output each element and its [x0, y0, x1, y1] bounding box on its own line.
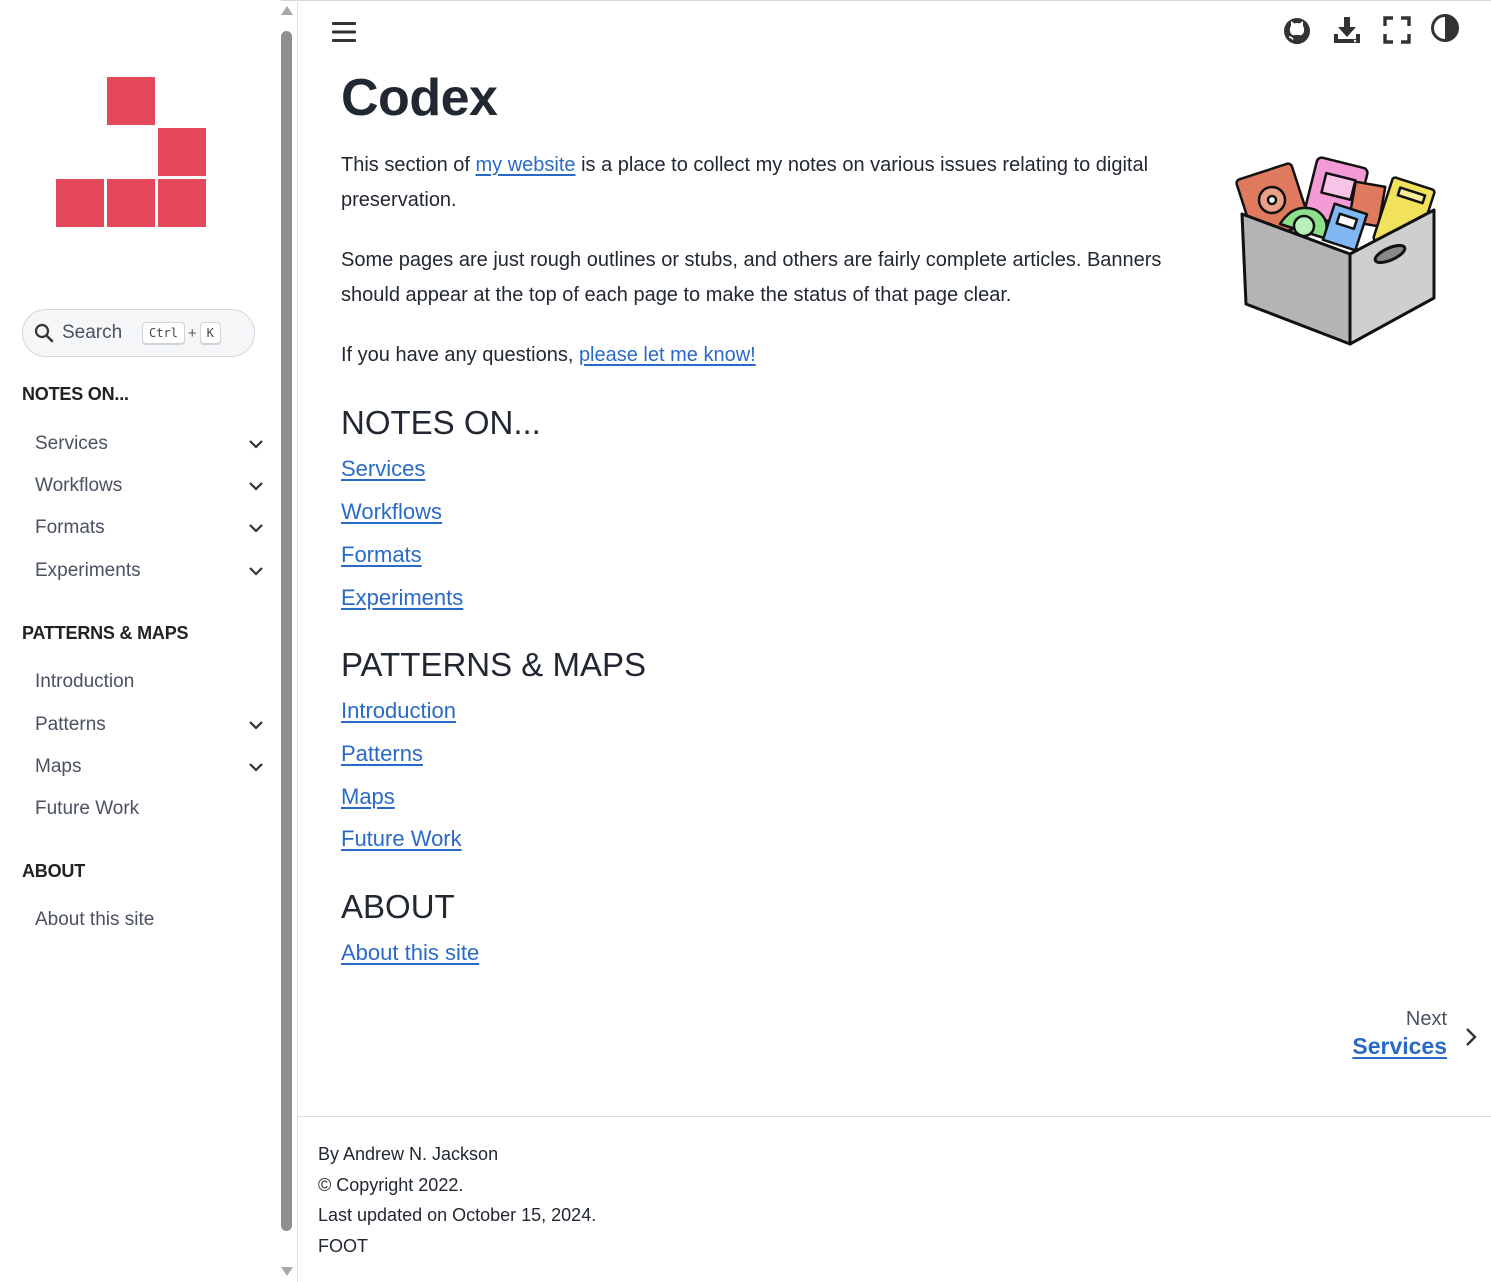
sidebar-item-label: Services	[35, 433, 108, 454]
sidebar-item-label: Future Work	[35, 798, 140, 819]
chevron-down-icon[interactable]	[246, 518, 266, 538]
footer-author: By Andrew N. Jackson	[318, 1144, 499, 1164]
sidebar-scrollbar[interactable]	[279, 6, 294, 1276]
scroll-up-arrow-icon[interactable]	[281, 6, 293, 15]
sidebar-item-formats[interactable]: Formats	[35, 512, 270, 544]
sidebar: Search Ctrl + K NOTES ON... Services Wor…	[0, 0, 280, 1282]
intro-text-before: This section of	[341, 154, 476, 176]
link-maps[interactable]: Maps	[341, 784, 395, 810]
sidebar-item-label: Introduction	[35, 671, 135, 692]
github-icon[interactable]	[1281, 14, 1313, 46]
footer-copyright: © Copyright 2022.	[318, 1175, 464, 1195]
status-paragraph: Some pages are just rough outlines or st…	[341, 249, 1162, 306]
sidebar-item-about-this-site[interactable]: About this site	[35, 904, 270, 936]
sidebar-divider	[297, 0, 298, 1282]
scrollbar-thumb[interactable]	[281, 31, 292, 1231]
next-page-nav[interactable]: Next Services	[1352, 1008, 1447, 1060]
menu-icon[interactable]	[330, 18, 358, 46]
sidebar-caption-notes: NOTES ON...	[22, 384, 129, 404]
my-website-link[interactable]: my website	[476, 154, 576, 176]
chevron-down-icon[interactable]	[246, 434, 266, 454]
link-experiments[interactable]: Experiments	[341, 585, 463, 611]
chevron-right-icon[interactable]	[1461, 1025, 1481, 1049]
questions-text: If you have any questions,	[341, 344, 579, 366]
link-future-work[interactable]: Future Work	[341, 826, 462, 852]
footer-last-updated: Last updated on October 15, 2024.	[318, 1205, 597, 1225]
link-services[interactable]: Services	[341, 456, 425, 482]
chevron-down-icon[interactable]	[246, 476, 266, 496]
fullscreen-icon[interactable]	[1381, 14, 1413, 46]
theme-toggle-icon[interactable]	[1429, 12, 1461, 44]
chevron-down-icon[interactable]	[246, 715, 266, 735]
box-of-media-illustration	[1235, 156, 1436, 346]
scroll-down-arrow-icon[interactable]	[281, 1267, 293, 1276]
search-label: Search	[62, 322, 123, 343]
sidebar-item-experiments[interactable]: Experiments	[35, 555, 270, 587]
footer-extra: FOOT	[318, 1236, 368, 1256]
chevron-down-icon[interactable]	[246, 757, 266, 777]
shortcut-key-ctrl: Ctrl	[142, 322, 185, 344]
sidebar-item-label: About this site	[35, 909, 155, 930]
sidebar-item-services[interactable]: Services	[35, 428, 270, 460]
site-logo[interactable]	[56, 77, 208, 229]
shortcut-key-k: K	[199, 322, 221, 344]
chevron-down-icon[interactable]	[246, 561, 266, 581]
sidebar-caption-about: ABOUT	[22, 861, 85, 881]
sidebar-item-label: Experiments	[35, 560, 141, 581]
sidebar-item-label: Patterns	[35, 714, 106, 735]
footer-divider	[298, 1116, 1491, 1117]
shortcut-plus: +	[187, 324, 197, 342]
sidebar-item-label: Formats	[35, 517, 105, 538]
sidebar-caption-patterns: PATTERNS & MAPS	[22, 623, 189, 643]
section-heading-patterns-maps: PATTERNS & MAPS	[341, 646, 646, 683]
contact-link[interactable]: please let me know!	[579, 344, 756, 366]
link-about-this-site[interactable]: About this site	[341, 940, 479, 966]
download-icon[interactable]	[1331, 14, 1363, 46]
sidebar-item-workflows[interactable]: Workflows	[35, 470, 270, 502]
next-page-link[interactable]: Services	[1352, 1033, 1447, 1060]
sidebar-item-maps[interactable]: Maps	[35, 751, 270, 783]
link-formats[interactable]: Formats	[341, 542, 422, 568]
sidebar-item-label: Workflows	[35, 475, 123, 496]
sidebar-item-introduction[interactable]: Introduction	[35, 666, 270, 698]
link-patterns[interactable]: Patterns	[341, 741, 423, 767]
questions-paragraph: If you have any questions, please let me…	[341, 338, 1221, 373]
sidebar-item-future-work[interactable]: Future Work	[35, 793, 270, 825]
page-title: Codex	[341, 69, 498, 127]
link-introduction[interactable]: Introduction	[341, 698, 456, 724]
section-heading-about: ABOUT	[341, 888, 455, 925]
section-heading-notes: NOTES ON...	[341, 404, 541, 441]
intro-paragraph: This section of my website is a place to…	[341, 148, 1221, 218]
next-label: Next	[1405, 1008, 1447, 1030]
sidebar-item-label: Maps	[35, 756, 82, 777]
search-icon	[34, 323, 54, 343]
link-workflows[interactable]: Workflows	[341, 499, 442, 525]
search-button[interactable]: Search Ctrl + K	[22, 309, 255, 357]
sidebar-item-patterns[interactable]: Patterns	[35, 709, 270, 741]
